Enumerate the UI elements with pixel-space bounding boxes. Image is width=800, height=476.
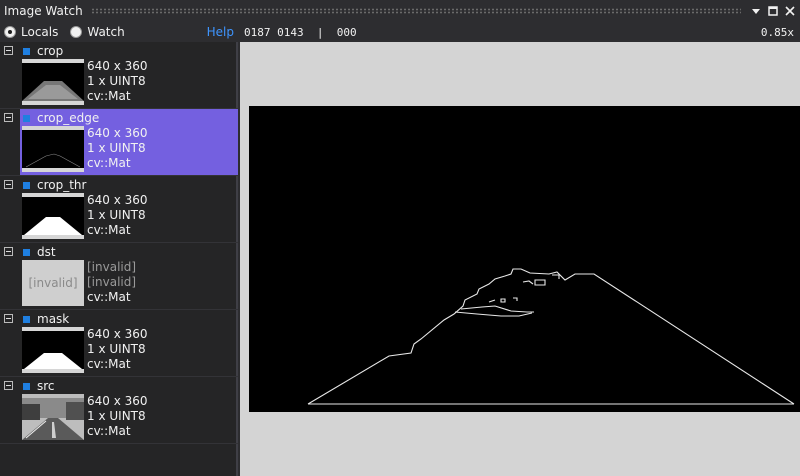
title-bar: Image Watch <box>0 0 800 22</box>
dropdown-arrow-icon[interactable] <box>749 4 763 18</box>
list-item[interactable]: crop_thr 640 x 360 1 x UINT8 cv::Mat <box>0 176 238 243</box>
item-info: [invalid] [invalid] cv::Mat <box>87 260 136 305</box>
radio-checked-icon[interactable] <box>4 26 16 38</box>
item-info: 640 x 360 1 x UINT8 cv::Mat <box>87 394 148 439</box>
locals-label: Locals <box>21 25 59 39</box>
item-info: 640 x 360 1 x UINT8 cv::Mat <box>87 59 148 104</box>
close-icon[interactable] <box>783 4 797 18</box>
item-info: 640 x 360 1 x UINT8 cv::Mat <box>87 126 148 171</box>
locals-radio[interactable]: Locals <box>4 25 58 39</box>
collapse-icon[interactable] <box>4 247 13 256</box>
scope-radio-group: Locals Watch Help <box>0 25 238 39</box>
item-info: 640 x 360 1 x UINT8 cv::Mat <box>87 193 148 238</box>
item-name: mask <box>37 312 70 326</box>
collapse-icon[interactable] <box>4 46 13 55</box>
threshold-thumbnail[interactable] <box>22 193 84 239</box>
variable-icon <box>23 316 30 323</box>
image-canvas[interactable] <box>249 106 800 412</box>
radio-unchecked-icon[interactable] <box>70 26 83 38</box>
watch-radio[interactable]: Watch <box>70 25 125 39</box>
item-type: 1 x UINT8 <box>87 74 146 88</box>
item-class: cv::Mat <box>87 156 131 170</box>
collapse-icon[interactable] <box>4 381 13 390</box>
help-link[interactable]: Help <box>207 25 234 39</box>
collapse-icon[interactable] <box>4 314 13 323</box>
road-photo-thumbnail[interactable] <box>22 394 84 440</box>
maximize-icon[interactable] <box>766 4 780 18</box>
item-name: crop <box>37 44 64 58</box>
item-size: 640 x 360 <box>87 59 148 73</box>
item-size: 640 x 360 <box>87 193 148 207</box>
item-class: cv::Mat <box>87 223 131 237</box>
item-name: src <box>37 379 55 393</box>
item-type: 1 x UINT8 <box>87 342 146 356</box>
crop-thumbnail[interactable] <box>22 59 84 105</box>
list-item[interactable]: src 640 x 360 1 x UINT8 cv::Mat <box>0 377 238 444</box>
item-name: crop_edge <box>37 111 100 125</box>
image-list: crop 640 x 360 1 x UINT8 cv::Mat crop_ed… <box>0 42 238 476</box>
item-size: [invalid] <box>87 260 137 274</box>
item-type: 1 x UINT8 <box>87 208 146 222</box>
item-class: cv::Mat <box>87 424 131 438</box>
variable-icon <box>23 383 30 390</box>
image-view[interactable] <box>240 42 800 476</box>
item-type: [invalid] <box>87 275 137 289</box>
zoom-level: 0.85x <box>760 25 794 39</box>
list-item[interactable]: crop 640 x 360 1 x UINT8 cv::Mat <box>0 42 238 109</box>
item-size: 640 x 360 <box>87 394 148 408</box>
item-class: cv::Mat <box>87 290 131 304</box>
pixel-coordinates: 0187 0143 | 000 <box>244 25 357 39</box>
variable-icon <box>23 115 30 122</box>
invalid-thumbnail[interactable]: [invalid] <box>22 260 84 306</box>
item-info: 640 x 360 1 x UINT8 cv::Mat <box>87 327 148 372</box>
item-type: 1 x UINT8 <box>87 141 146 155</box>
toolbar: Locals Watch Help 0187 0143 | 000 0.85x <box>0 22 800 42</box>
collapse-icon[interactable] <box>4 113 13 122</box>
drag-grip[interactable] <box>90 8 741 14</box>
window-title: Image Watch <box>4 4 83 18</box>
variable-icon <box>23 182 30 189</box>
edge-image <box>307 268 795 405</box>
item-class: cv::Mat <box>87 357 131 371</box>
variable-icon <box>23 249 30 256</box>
collapse-icon[interactable] <box>4 180 13 189</box>
list-item-selected[interactable]: crop_edge 640 x 360 1 x UINT8 cv::Mat <box>0 109 238 176</box>
item-size: 640 x 360 <box>87 327 148 341</box>
item-name: dst <box>37 245 56 259</box>
mask-thumbnail[interactable] <box>22 327 84 373</box>
item-name: crop_thr <box>37 178 87 192</box>
variable-icon <box>23 48 30 55</box>
watch-label: Watch <box>87 25 125 39</box>
edge-thumbnail[interactable] <box>22 126 84 172</box>
list-item[interactable]: mask 640 x 360 1 x UINT8 cv::Mat <box>0 310 238 377</box>
item-type: 1 x UINT8 <box>87 409 146 423</box>
item-class: cv::Mat <box>87 89 131 103</box>
list-item[interactable]: dst [invalid] [invalid] [invalid] cv::Ma… <box>0 243 238 310</box>
item-size: 640 x 360 <box>87 126 148 140</box>
